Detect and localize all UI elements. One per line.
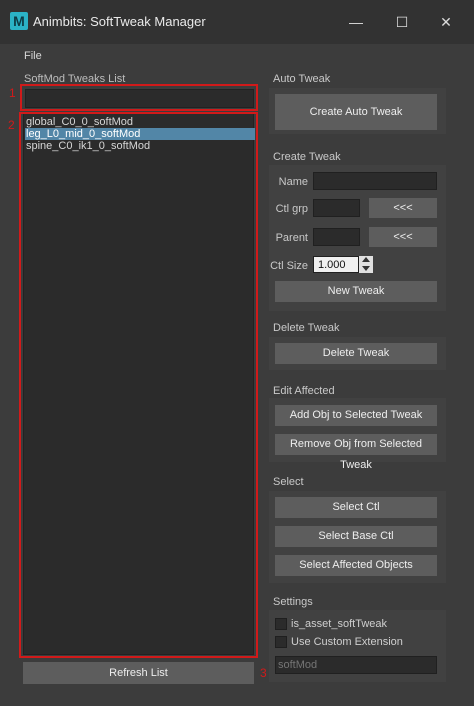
custom-extension-checkbox[interactable] (275, 636, 287, 648)
custom-extension-label: Use Custom Extension (291, 636, 403, 648)
parent-label: Parent (275, 232, 308, 244)
select-ctl-button[interactable]: Select Ctl (275, 497, 437, 518)
name-label: Name (278, 176, 308, 188)
spinner-up-icon[interactable] (362, 257, 370, 262)
window-title: Animbits: SoftTweak Manager (33, 14, 206, 29)
refresh-list-button[interactable]: Refresh List (23, 662, 254, 684)
minimize-icon[interactable]: — (344, 10, 368, 34)
select-affected-objects-button[interactable]: Select Affected Objects (275, 555, 437, 576)
select-base-ctl-button[interactable]: Select Base Ctl (275, 526, 437, 547)
ctl-size-label: Ctl Size (270, 260, 308, 272)
ctl-grp-load-button[interactable]: <<< (369, 198, 437, 218)
spinner-down-icon[interactable] (362, 266, 370, 271)
add-obj-button[interactable]: Add Obj to Selected Tweak (275, 405, 437, 426)
close-icon[interactable]: ✕ (434, 10, 458, 34)
parent-field[interactable] (313, 228, 360, 246)
parent-load-button[interactable]: <<< (369, 227, 437, 247)
new-tweak-button[interactable]: New Tweak (275, 281, 437, 302)
ctl-size-field[interactable]: 1.000 (313, 256, 359, 273)
remove-obj-button[interactable]: Remove Obj from Selected Tweak (275, 434, 437, 471)
ctl-grp-label: Ctl grp (275, 203, 308, 215)
ctl-grp-field[interactable] (313, 199, 360, 217)
annotation-box-1 (20, 84, 258, 111)
select-title: Select (273, 476, 304, 488)
annotation-number-3: 3 (260, 666, 267, 680)
settings-title: Settings (273, 596, 313, 608)
name-field[interactable] (313, 172, 437, 190)
annotation-box-2 (19, 112, 258, 658)
ctl-size-spinner[interactable] (359, 256, 373, 273)
is-asset-checkbox[interactable] (275, 618, 287, 630)
maximize-icon[interactable]: ☐ (390, 10, 414, 34)
delete-tweak-button[interactable]: Delete Tweak (275, 343, 437, 364)
auto-tweak-title: Auto Tweak (273, 73, 331, 85)
delete-tweak-title: Delete Tweak (273, 322, 340, 334)
annotation-number-2: 2 (8, 118, 15, 132)
maya-app-icon: M (10, 12, 28, 30)
extension-input[interactable] (275, 656, 437, 674)
menu-file[interactable]: File (24, 50, 42, 62)
is-asset-label: is_asset_softTweak (291, 618, 387, 630)
create-tweak-title: Create Tweak (273, 151, 341, 163)
edit-affected-title: Edit Affected (273, 385, 335, 397)
annotation-number-1: 1 (9, 86, 16, 100)
create-auto-tweak-button[interactable]: Create Auto Tweak (275, 94, 437, 130)
